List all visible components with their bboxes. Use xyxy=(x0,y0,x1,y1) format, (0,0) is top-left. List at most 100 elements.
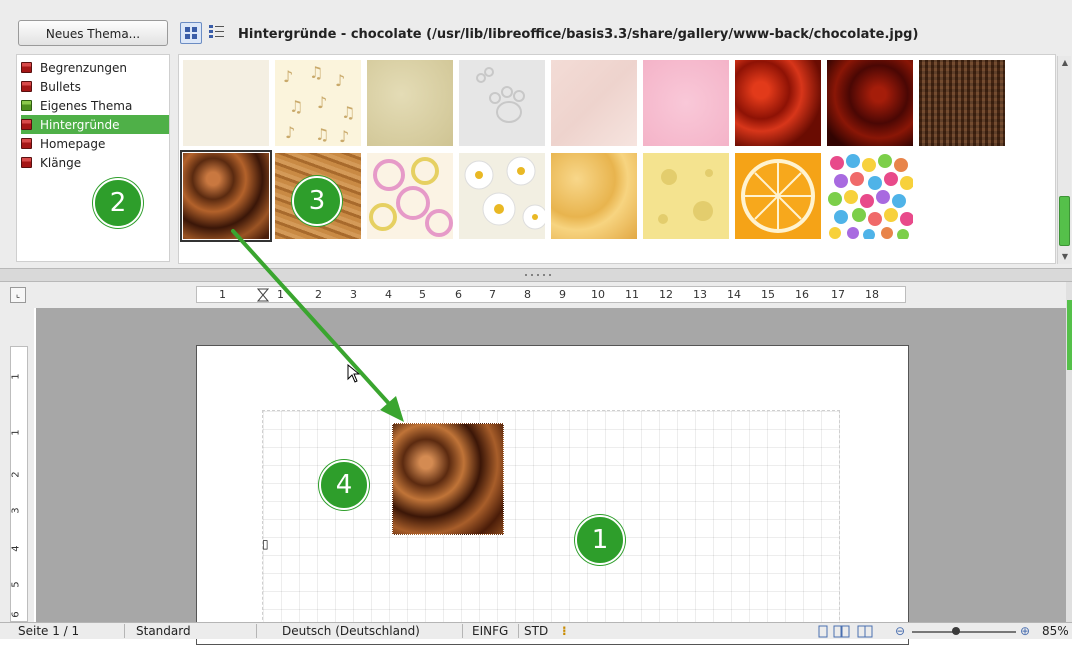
thumbnail-red-roses[interactable] xyxy=(735,60,821,146)
ruler-tick: 1 xyxy=(277,288,284,301)
ruler-tick: 4 xyxy=(10,545,22,552)
theme-folder-icon xyxy=(21,157,32,168)
splitter-grip-icon xyxy=(525,274,551,276)
theme-item-label: Bullets xyxy=(40,79,81,94)
new-theme-button[interactable]: Neues Thema... xyxy=(18,20,168,46)
ruler-tick: 11 xyxy=(625,288,639,301)
theme-item-homepage[interactable]: Homepage xyxy=(21,134,169,153)
daisy-icon xyxy=(464,156,548,230)
view-layout-icon[interactable] xyxy=(818,625,874,638)
thumbnail-pink-marble[interactable] xyxy=(551,60,637,146)
svg-text:♪: ♪ xyxy=(285,123,295,142)
gallery-pane: Neues Thema... Hintergründe - chocolate … xyxy=(0,0,1072,268)
theme-item-bullets[interactable]: Bullets xyxy=(21,77,169,96)
thumbnail-orange-slice[interactable] xyxy=(735,153,821,239)
insert-mode-indicator[interactable]: EINFG xyxy=(472,624,508,638)
ruler-tick: 18 xyxy=(865,288,879,301)
theme-folder-icon xyxy=(21,62,32,73)
tab-stop-button[interactable]: ⌞ xyxy=(10,287,26,303)
ruler-tick: 2 xyxy=(10,471,22,478)
thumbnail-daisies[interactable] xyxy=(459,153,548,239)
ruler-tick: 5 xyxy=(10,581,22,588)
theme-folder-icon xyxy=(21,100,32,111)
theme-item-label: Hintergründe xyxy=(40,117,120,132)
ruler-tick: 4 xyxy=(385,288,392,301)
language-indicator[interactable]: Deutsch (Deutschland) xyxy=(282,624,420,638)
ruler-tick: 13 xyxy=(693,288,707,301)
ruler-tick: 8 xyxy=(524,288,531,301)
ruler-tick: 3 xyxy=(10,507,22,514)
thumbnail-candy-dots[interactable] xyxy=(827,153,914,241)
ruler-tick: 16 xyxy=(795,288,809,301)
svg-text:♪: ♪ xyxy=(317,93,327,112)
zoom-slider[interactable] xyxy=(912,631,1016,633)
thumbnail-dark-red-flowers[interactable] xyxy=(827,60,913,146)
theme-folder-icon xyxy=(21,138,32,149)
thumbnail-pink-texture[interactable] xyxy=(643,60,729,146)
gallery-splitter[interactable] xyxy=(0,268,1072,282)
thumbnail-beige-sand[interactable] xyxy=(367,60,453,146)
thumbnail-brown-weave[interactable] xyxy=(919,60,1005,146)
ruler-tick: 1 xyxy=(219,288,226,301)
inserted-chocolate-image[interactable] xyxy=(392,423,504,535)
theme-item-begrenzungen[interactable]: Begrenzungen xyxy=(21,58,169,77)
thumbnail-pink-rings[interactable] xyxy=(367,153,453,239)
document-modified-icon[interactable]: ⁝ xyxy=(562,624,567,638)
theme-item-label: Eigenes Thema xyxy=(40,98,133,113)
svg-text:♪: ♪ xyxy=(283,67,293,86)
ruler-tick: 6 xyxy=(455,288,462,301)
theme-item-klaenge[interactable]: Klänge xyxy=(21,153,169,172)
zoom-out-icon[interactable]: ⊖ xyxy=(895,624,905,638)
zoom-slider-knob[interactable] xyxy=(952,627,960,635)
scroll-up-icon[interactable]: ▲ xyxy=(1058,56,1072,70)
theme-item-hintergruende[interactable]: Hintergründe xyxy=(21,115,169,134)
theme-list[interactable]: Begrenzungen Bullets Eigenes Thema Hinte… xyxy=(16,54,170,262)
rings-icon xyxy=(369,157,453,237)
vertical-ruler: 1 1 2 3 4 5 6 xyxy=(0,308,34,622)
thumbnail-cream-paper[interactable] xyxy=(183,60,269,146)
ruler-tick: 15 xyxy=(761,288,775,301)
zoom-in-icon[interactable]: ⊕ xyxy=(1020,624,1030,638)
svg-text:♪: ♪ xyxy=(335,71,345,90)
thumbnail-paw-prints[interactable] xyxy=(459,60,545,146)
music-notes-icon: ♪ ♫ ♪ ♫ ♪ ♫ ♪ ♫ ♪ xyxy=(283,63,355,146)
theme-item-label: Begrenzungen xyxy=(40,60,128,75)
icon-view-button[interactable] xyxy=(180,22,202,44)
ruler-tick: 7 xyxy=(489,288,496,301)
callout-3: 3 xyxy=(292,176,342,226)
thumbnail-chocolate[interactable] xyxy=(180,150,272,242)
paw-print-icon xyxy=(476,67,525,123)
mouse-pointer-icon xyxy=(347,364,361,383)
thumbnail-cheese[interactable] xyxy=(643,153,729,239)
status-separator xyxy=(124,624,125,638)
ruler-tick: 2 xyxy=(315,288,322,301)
indent-marker-icon[interactable] xyxy=(257,288,269,302)
status-bar: Seite 1 / 1 Standard Deutsch (Deutschlan… xyxy=(0,622,1072,639)
page-style[interactable]: Standard xyxy=(136,624,191,638)
candy-dots-icon xyxy=(828,154,914,241)
ruler-tick: 6 xyxy=(10,611,22,618)
gallery-path-title: Hintergründe - chocolate (/usr/lib/libre… xyxy=(238,27,919,42)
thumbnail-yellow-flowers[interactable] xyxy=(551,153,637,239)
gallery-scrollbar-thumb[interactable] xyxy=(1059,196,1070,246)
status-separator xyxy=(256,624,257,638)
ruler-tick: 3 xyxy=(350,288,357,301)
text-cursor-icon: ▯ xyxy=(262,537,269,551)
theme-item-eigenes-thema[interactable]: Eigenes Thema xyxy=(21,96,169,115)
thumbnail-music-notes[interactable]: ♪ ♫ ♪ ♫ ♪ ♫ ♪ ♫ ♪ xyxy=(275,60,361,146)
ruler-tick: 1 xyxy=(10,373,22,380)
zoom-level[interactable]: 85% xyxy=(1042,624,1069,638)
icon-view-icon xyxy=(185,27,197,39)
text-area-grid[interactable] xyxy=(262,410,840,630)
detail-view-button[interactable] xyxy=(206,22,228,44)
horizontal-ruler-strip[interactable]: 1 1 2 3 4 5 6 7 8 9 10 11 12 13 14 15 16… xyxy=(196,286,906,303)
theme-folder-icon xyxy=(21,119,32,130)
document-scrollbar-thumb[interactable] xyxy=(1067,300,1072,370)
page-indicator[interactable]: Seite 1 / 1 xyxy=(18,624,79,638)
selection-mode-indicator[interactable]: STD xyxy=(524,624,548,638)
callout-4: 4 xyxy=(319,460,369,510)
scroll-down-icon[interactable]: ▼ xyxy=(1058,250,1072,264)
status-separator xyxy=(518,624,519,638)
vertical-ruler-strip[interactable]: 1 1 2 3 4 5 6 xyxy=(10,346,28,622)
ruler-tick: 9 xyxy=(559,288,566,301)
